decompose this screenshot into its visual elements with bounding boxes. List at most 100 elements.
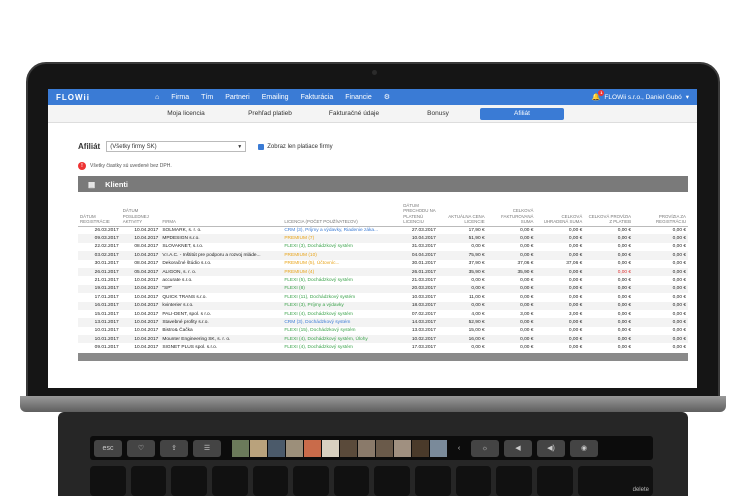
nav-item-tím[interactable]: Tím xyxy=(201,94,213,101)
photo-thumb[interactable] xyxy=(358,439,375,457)
key[interactable] xyxy=(333,466,370,496)
esc-key[interactable]: esc xyxy=(94,439,122,457)
table-row[interactable]: 21.01.2017 10.04.2017 accurate s.r.o. FLEXI… xyxy=(78,276,688,284)
key[interactable] xyxy=(496,466,533,496)
paying-only-checkbox[interactable]: Zobraz len platiace firmy xyxy=(258,143,333,150)
table-cell-firm[interactable]: MPDESIGN s.r.o. xyxy=(160,234,283,243)
table-cell-firm[interactable]: kvinterier s.r.o. xyxy=(160,301,283,310)
nav-item-emailing[interactable]: Emailing xyxy=(262,94,289,101)
column-header[interactable]: DÁTUM POSLEDNEJ AKTIVITY xyxy=(120,192,161,227)
heart-icon[interactable]: ♡ xyxy=(127,439,155,457)
column-header[interactable]: AKTUÁLNA CENA LICENCIE xyxy=(437,192,487,227)
photo-thumb[interactable] xyxy=(394,439,411,457)
table-cell-firm[interactable]: accurate s.r.o. xyxy=(160,276,282,284)
tab-1[interactable]: Prehľad platieb xyxy=(228,108,312,120)
user-name[interactable]: FLOWii s.r.o., Daniel Gubó xyxy=(604,94,681,101)
key[interactable] xyxy=(415,466,451,496)
photo-thumb[interactable] xyxy=(430,439,447,457)
table-cell-firm[interactable]: SOLMARK, s. r. o. xyxy=(160,226,282,234)
key[interactable] xyxy=(130,466,167,496)
table-cell-firm[interactable]: Stavebné profity s.r.o. xyxy=(160,318,283,327)
table-row[interactable]: 19.01.2017 10.04.2017 "SP" FLEXI (8) 20.03.2… xyxy=(78,284,688,294)
table-cell-firm[interactable]: Bistro& Čačka xyxy=(160,327,282,335)
column-header[interactable]: CELKOVÁ PROVÍZIA Z PLATIEB xyxy=(584,192,634,227)
nav-item-firma[interactable]: Firma xyxy=(171,94,189,101)
photo-thumb[interactable] xyxy=(322,439,339,457)
volume-up-icon[interactable]: ◀) xyxy=(537,439,565,457)
table-cell-firm[interactable]: Mounter Engineering SK, s. r. o. xyxy=(160,335,283,344)
volume-mute-icon[interactable]: ◀ xyxy=(504,439,532,457)
table-row[interactable]: 10.01.2017 10.04.2017 Bistro& Čačka FLEXI (… xyxy=(78,327,688,335)
table-cell-firm[interactable]: SIGNET PLUS spol. s.r.o. xyxy=(160,343,282,351)
column-header[interactable]: LICENCIA (POČET POUŽÍVATEĽOV) xyxy=(282,192,402,227)
company-select[interactable]: (Všetky firmy SK) ▼ xyxy=(106,141,247,152)
table-row[interactable]: 10.01.2017 10.04.2017 Mounter Engineering … xyxy=(78,335,688,344)
table-header-row: DÁTUM REGISTRÁCIE DÁTUM POSLEDNEJ AKTIVIT… xyxy=(78,192,688,227)
key[interactable] xyxy=(293,466,329,496)
photo-thumb[interactable] xyxy=(286,439,303,457)
table-cell-paid: 0,00 € xyxy=(568,328,583,334)
key[interactable] xyxy=(455,466,492,496)
table-cell-firm[interactable]: PALI-DENT, spol. s r.o. xyxy=(160,310,282,318)
table-row[interactable]: 22.02.2017 08.04.2017 SLOVAKNET, s.r.o. FLE… xyxy=(78,243,688,251)
column-header[interactable]: DÁTUM REGISTRÁCIE xyxy=(78,192,121,227)
key[interactable] xyxy=(211,466,248,496)
chevron-left-icon[interactable]: ‹ xyxy=(452,440,466,457)
table-row[interactable]: 03.02.2017 10.04.2017 V.I.A.C. - Inštitút … xyxy=(78,251,688,260)
table-cell-pay: 07.02.2017 xyxy=(411,311,436,317)
table-row[interactable]: 17.01.2017 10.04.2017 QUICK TRANS s.r.o. FL… xyxy=(78,293,688,301)
photo-thumb[interactable] xyxy=(340,439,357,457)
table-row[interactable]: 09.01.2017 10.04.2017 SIGNET PLUS spol. s.… xyxy=(78,343,688,351)
column-header[interactable]: FIRMA xyxy=(160,192,283,227)
table-cell-firm[interactable]: V.I.A.C. - Inštitút pre podporu a rozvoj… xyxy=(160,251,283,260)
tab-3[interactable]: Bonusy xyxy=(396,108,480,120)
table-row[interactable]: 26.01.2017 05.04.2017 ALIGON, s. r. o. PREM… xyxy=(78,267,688,277)
nav-item-financie[interactable]: Financie xyxy=(345,94,371,101)
photo-thumb[interactable] xyxy=(412,439,429,457)
brightness-icon[interactable]: ☼ xyxy=(471,439,499,457)
bell-icon[interactable]: 🔔 1 xyxy=(592,90,605,101)
share-icon[interactable]: ⇪ xyxy=(160,439,188,457)
photo-thumb[interactable] xyxy=(268,439,285,457)
key[interactable] xyxy=(90,466,126,496)
key[interactable] xyxy=(537,466,573,496)
key[interactable] xyxy=(171,466,207,496)
app-logo[interactable]: FLOWii xyxy=(56,93,151,102)
sliders-icon[interactable]: ☰ xyxy=(193,439,221,457)
alert-icon: ! xyxy=(78,162,86,170)
photo-thumb[interactable] xyxy=(304,439,321,457)
table-cell-firm[interactable]: SLOVAKNET, s.r.o. xyxy=(160,243,282,251)
table-row[interactable]: 30.01.2017 08.04.2017 Dekoračné štúdio s.r… xyxy=(78,260,688,268)
table-row[interactable]: 15.01.2017 10.04.2017 PALI-DENT, spol. s r… xyxy=(78,310,688,318)
table-cell-firm[interactable]: ALIGON, s. r. o. xyxy=(160,267,283,277)
table-cell-firm[interactable]: Dekoračné štúdio s.r.o. xyxy=(160,260,282,268)
column-header[interactable]: DÁTUM PRECHODU NA PLATENÚ LICENCIU xyxy=(401,192,438,227)
tab-2[interactable]: Fakturačné údaje xyxy=(312,108,396,120)
photo-strip[interactable] xyxy=(232,439,447,457)
table-row[interactable]: 16.01.2017 10.04.2017 kvinterier s.r.o. FLE… xyxy=(78,301,688,310)
table-row[interactable]: 09.03.2017 10.04.2017 MPDESIGN s.r.o. PREMI… xyxy=(78,234,688,243)
table-cell-firm[interactable]: "SP" xyxy=(160,284,283,294)
key[interactable] xyxy=(252,466,289,496)
table-row[interactable]: 26.03.2017 10.04.2017 SOLMARK, s. r. o. CRM… xyxy=(78,226,688,234)
tab-4[interactable]: Afiliát xyxy=(480,107,564,120)
photo-thumb[interactable] xyxy=(232,439,249,457)
nav-item-fakturácia[interactable]: Fakturácia xyxy=(301,94,334,101)
table-row[interactable]: 13.01.2017 10.04.2017 Stavebné profity s.r… xyxy=(78,318,688,327)
photo-thumb[interactable] xyxy=(376,439,393,457)
column-header[interactable]: CELKOVÁ FAKTUROVANÁ SUMA xyxy=(486,192,536,227)
checkbox-checked-icon[interactable] xyxy=(258,143,265,150)
key[interactable] xyxy=(374,466,411,496)
chevron-down-icon[interactable]: ▾ xyxy=(686,93,689,101)
tab-0[interactable]: Moja licencia xyxy=(144,108,228,120)
column-header[interactable]: PROVÍZIA ZA REGISTRÁCIU xyxy=(633,192,688,227)
table-cell-firm[interactable]: QUICK TRANS s.r.o. xyxy=(160,293,282,301)
user-menu[interactable]: 🔔 1 FLOWii s.r.o., Daniel Gubó ▾ xyxy=(592,90,689,101)
home-icon[interactable]: ⌂ xyxy=(155,94,159,101)
photo-thumb[interactable] xyxy=(250,439,267,457)
column-header[interactable]: CELKOVÁ UHRADENÁ SUMA xyxy=(535,192,585,227)
siri-icon[interactable]: ◉ xyxy=(570,439,598,457)
delete-key[interactable]: delete xyxy=(577,466,653,496)
nav-item-partneri[interactable]: Partneri xyxy=(225,94,250,101)
gear-icon[interactable]: ⚙ xyxy=(384,93,390,101)
